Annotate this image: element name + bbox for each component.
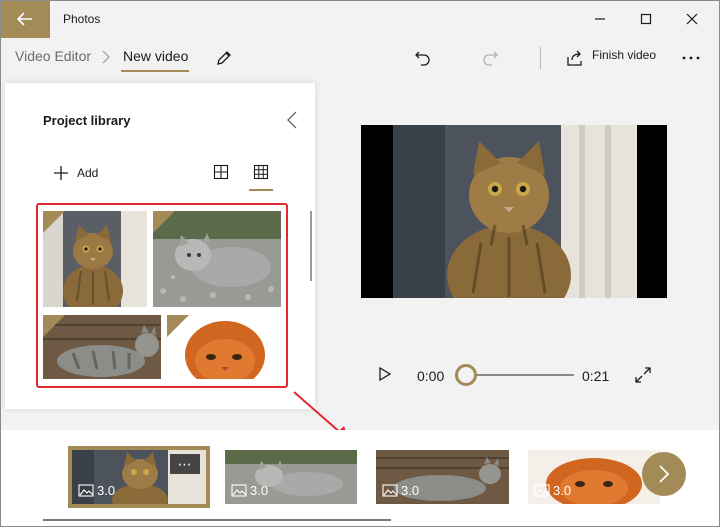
finish-video-label[interactable]: Finish video (592, 48, 656, 62)
breadcrumb-underline (121, 70, 189, 72)
image-icon (534, 484, 550, 497)
play-icon[interactable] (378, 366, 392, 382)
storyboard-clip-2[interactable]: 3.0 (225, 450, 357, 504)
clip-duration-badge: 3.0 (534, 483, 571, 498)
more-icon (682, 56, 700, 60)
storyboard-scrollbar[interactable] (43, 519, 391, 521)
clip-duration-badge: 3.0 (231, 483, 268, 498)
close-button[interactable] (668, 0, 716, 38)
total-time: 0:21 (582, 368, 610, 384)
library-scrollbar[interactable] (310, 211, 312, 281)
toolbar-divider (540, 47, 541, 69)
maximize-button[interactable] (622, 0, 670, 38)
breadcrumb-new-video[interactable]: New video (123, 48, 188, 64)
breadcrumb-video-editor[interactable]: Video Editor (15, 48, 91, 64)
plus-icon (54, 166, 68, 180)
minimize-icon (595, 18, 605, 20)
active-view-indicator (249, 189, 273, 191)
large-grid-view-button[interactable] (213, 164, 229, 185)
pencil-icon (217, 51, 231, 65)
title-bar: Photos (0, 0, 720, 38)
add-label: Add (77, 166, 99, 180)
chevron-right-icon (102, 50, 110, 64)
preview-frame-image (361, 125, 667, 298)
rename-button[interactable] (212, 46, 236, 70)
seek-track[interactable] (466, 374, 574, 376)
redo-icon (483, 51, 498, 66)
clip-duration-badge: 3.0 (382, 483, 419, 498)
project-library-panel: Project library Add (5, 83, 315, 409)
finish-video-button[interactable] (564, 47, 586, 69)
undo-button[interactable] (411, 46, 435, 70)
large-grid-icon (213, 164, 229, 180)
video-preview[interactable] (361, 125, 667, 298)
app-title: Photos (63, 12, 101, 26)
storyboard: 3.0 ⋯ 3.0 3.0 3.0 (0, 430, 720, 527)
seek-thumb[interactable] (455, 364, 477, 386)
current-time: 0:00 (417, 368, 445, 384)
more-options-button[interactable] (678, 46, 704, 70)
redo-button[interactable] (478, 46, 502, 70)
chevron-right-icon (659, 465, 670, 483)
undo-icon (415, 51, 430, 66)
command-bar: Video Editor New video Finish video (0, 38, 720, 78)
selected-clip-outline (68, 446, 210, 508)
small-grid-icon (253, 164, 269, 180)
library-title: Project library (43, 113, 131, 128)
storyboard-next-button[interactable] (642, 452, 686, 496)
small-grid-view-button[interactable] (253, 164, 269, 185)
share-icon (567, 50, 582, 66)
annotation-highlight-box (36, 203, 288, 388)
expand-icon[interactable] (634, 366, 652, 384)
image-icon (231, 484, 247, 497)
clip-duration: 3.0 (401, 483, 420, 498)
storyboard-clip-4[interactable]: 3.0 (528, 450, 660, 504)
back-arrow-icon (17, 12, 32, 26)
storyboard-clip-3[interactable]: 3.0 (376, 450, 509, 504)
clip-duration: 3.0 (250, 483, 269, 498)
minimize-button[interactable] (576, 0, 624, 38)
image-icon (382, 484, 398, 497)
clip-duration: 3.0 (553, 483, 572, 498)
add-button[interactable]: Add (53, 165, 98, 181)
chevron-left-icon[interactable] (286, 111, 298, 129)
close-icon (686, 13, 698, 25)
maximize-icon (640, 13, 652, 25)
back-button[interactable] (0, 0, 50, 38)
